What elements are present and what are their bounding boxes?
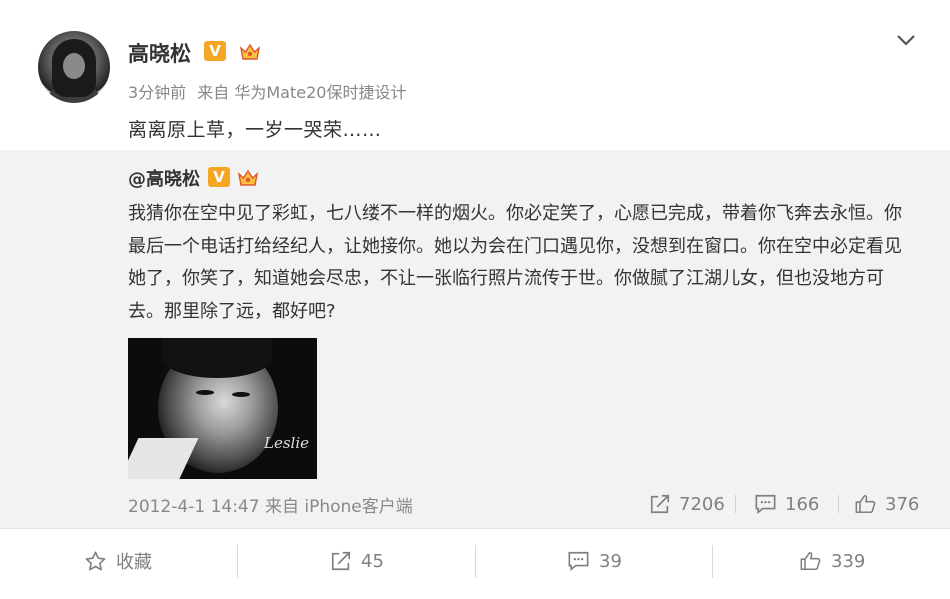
quoted-author-name[interactable]: @高晓松 <box>128 165 200 191</box>
quoted-source[interactable]: 来自 iPhone客户端 <box>265 497 413 517</box>
post-meta: 3分钟前 来自 华为Mate20保时捷设计 <box>128 79 412 103</box>
quoted-meta: 2012-4-1 14:47 来自 iPhone客户端 <box>128 492 413 517</box>
divider <box>237 545 238 578</box>
repost-icon <box>331 551 351 571</box>
quoted-verified-badge: V <box>208 167 230 187</box>
like-count: 339 <box>831 550 866 572</box>
quoted-like-button[interactable]: 376 <box>854 491 919 517</box>
crown-icon <box>237 169 259 186</box>
post-text: 离离原上草，一岁一哭荣…… <box>128 119 382 141</box>
quoted-text: 我猜你在空中见了彩虹，七八缕不一样的烟火。你必定笑了，心愿已完成，带着你飞奔去永… <box>128 203 902 322</box>
repost-icon <box>650 494 670 514</box>
quoted-comment-count: 166 <box>785 493 820 515</box>
quoted-timestamp[interactable]: 2012-4-1 14:47 <box>128 497 260 517</box>
chevron-down-icon[interactable] <box>894 28 918 52</box>
avatar[interactable] <box>38 31 110 103</box>
comment-count: 39 <box>599 550 622 572</box>
quoted-repost-count: 7206 <box>679 493 725 515</box>
divider <box>735 495 736 513</box>
like-button[interactable]: 339 <box>799 548 865 574</box>
comment-icon <box>568 551 589 571</box>
crown-icon <box>239 43 261 60</box>
divider <box>838 495 839 513</box>
quoted-repost-button[interactable]: 7206 <box>649 491 725 517</box>
favorite-label: 收藏 <box>116 552 152 573</box>
star-icon <box>85 551 106 570</box>
author-name[interactable]: 高晓松 <box>128 38 191 68</box>
comment-icon <box>755 494 776 514</box>
divider <box>712 545 713 578</box>
weibo-card: 高晓松 V 3分钟前 来自 华为Mate20保时捷设计 离离原上草，一岁一哭荣…… <box>0 0 950 599</box>
verified-badge: V <box>204 41 226 61</box>
favorite-button[interactable]: 收藏 <box>84 548 152 574</box>
quoted-photo[interactable]: Leslie <box>128 338 317 479</box>
repost-button[interactable]: 45 <box>330 548 384 574</box>
quoted-like-count: 376 <box>885 493 920 515</box>
like-icon <box>855 494 876 514</box>
like-icon <box>800 551 821 571</box>
photo-signature: Leslie <box>264 434 310 452</box>
comment-button[interactable]: 39 <box>567 548 622 574</box>
post-time: 3分钟前 <box>128 83 187 102</box>
repost-count: 45 <box>361 550 384 572</box>
post-source[interactable]: 来自 华为Mate20保时捷设计 <box>197 83 406 102</box>
divider <box>475 545 476 578</box>
quoted-comment-button[interactable]: 166 <box>754 491 819 517</box>
